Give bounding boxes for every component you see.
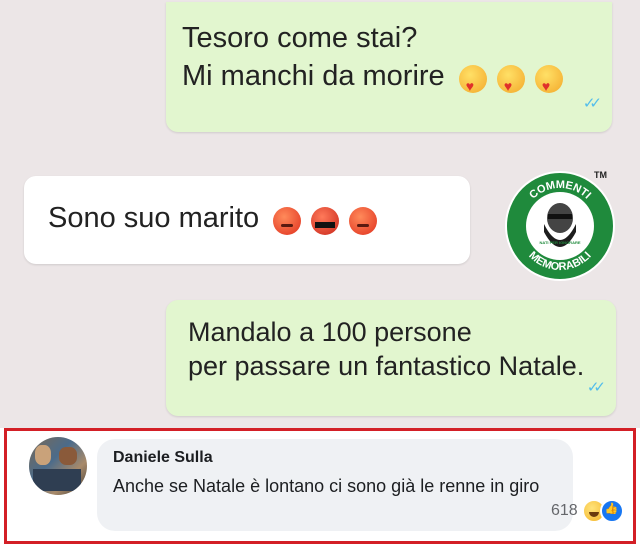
- message-line: Sono suo marito: [48, 200, 379, 237]
- emoji-group: [458, 59, 565, 104]
- angry-emoji-icon: [349, 206, 378, 235]
- message-text: Sono suo marito: [48, 202, 260, 234]
- read-ticks-icon: ✓✓: [582, 95, 602, 112]
- heart-eyes-emoji-icon: [534, 64, 563, 104]
- message-line: Mi manchi da morire: [182, 58, 565, 104]
- trademark-symbol: TM: [594, 170, 607, 180]
- logo-tagline: NATI PER IGNORARE: [539, 240, 580, 245]
- outgoing-message-2: Mandalo a 100 persone per passare un fan…: [166, 300, 616, 416]
- avatar[interactable]: [29, 437, 87, 495]
- comment-text: Anche se Natale è lontano ci sono già le…: [113, 476, 540, 496]
- reaction-count: 618: [551, 502, 578, 519]
- highlighted-comment: Daniele Sulla Anche se Natale è lontano …: [4, 428, 636, 544]
- commenti-memorabili-logo: COMMENTI MEMORABILI NATI PER IGNORARE: [505, 171, 615, 281]
- message-line: Tesoro come stai?: [182, 22, 418, 54]
- outgoing-message-1: Tesoro come stai? Mi manchi da morire ✓✓: [166, 2, 612, 132]
- reaction-summary[interactable]: 618: [551, 499, 624, 523]
- comment-bubble[interactable]: Daniele Sulla Anche se Natale è lontano …: [97, 439, 573, 531]
- message-line: per passare un fantastico Natale.: [188, 351, 585, 381]
- censored-swearing-emoji-icon: [311, 206, 340, 235]
- read-ticks-icon: ✓✓: [586, 379, 606, 396]
- angry-emoji-icon: [273, 206, 302, 235]
- smiling-hearts-emoji-icon: [496, 64, 525, 104]
- comment-author[interactable]: Daniele Sulla: [113, 449, 213, 467]
- kissing-heart-emoji-icon: [458, 64, 487, 104]
- message-line: Mandalo a 100 persone: [188, 317, 472, 347]
- like-reaction-icon: [599, 499, 624, 523]
- emoji-group: [273, 201, 379, 237]
- chat-screenshot: Tesoro come stai? Mi manchi da morire ✓✓…: [0, 0, 640, 428]
- message-text: Mi manchi da morire: [182, 60, 445, 92]
- incoming-message-1: Sono suo marito: [24, 176, 470, 264]
